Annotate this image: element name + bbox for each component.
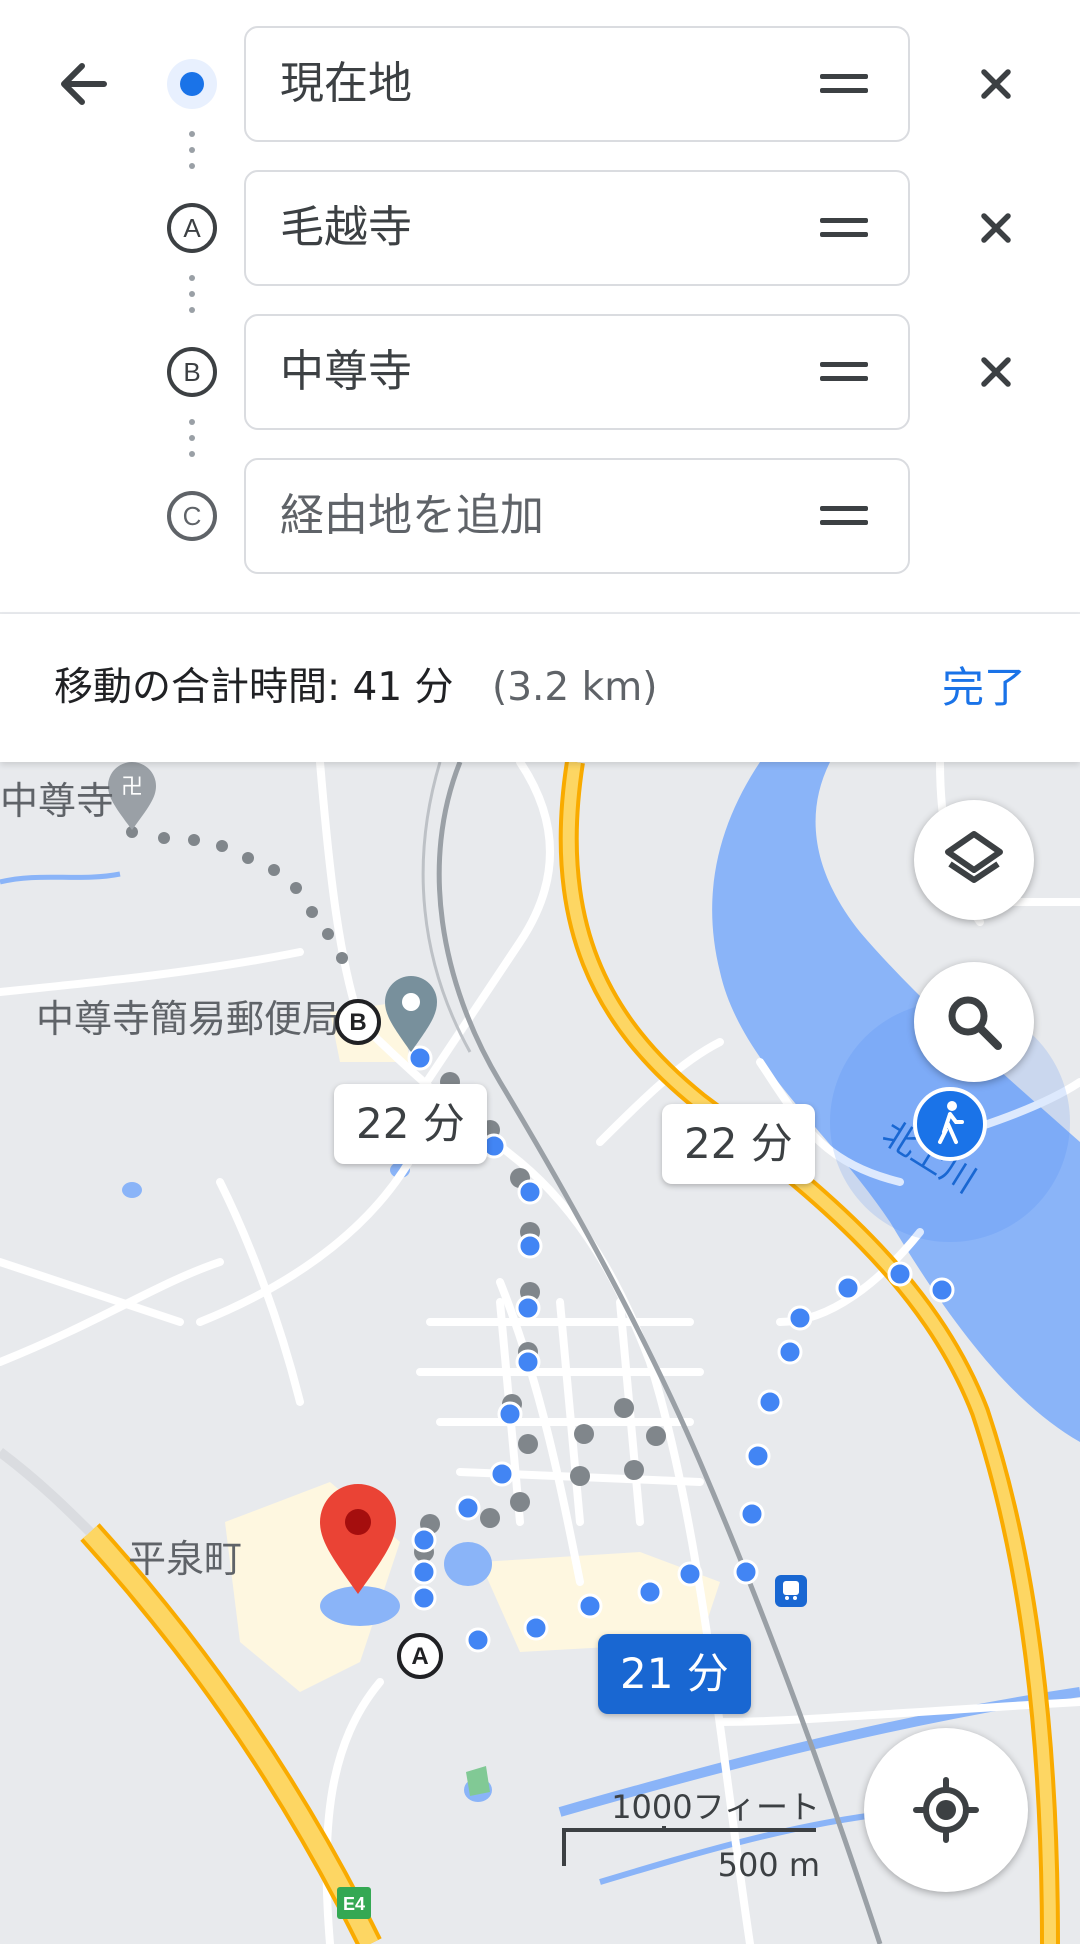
route-time-bubble[interactable]: 22 分 bbox=[334, 1084, 487, 1164]
svg-text:A: A bbox=[183, 213, 201, 243]
stop-a-text: 毛越寺 bbox=[280, 202, 412, 253]
remove-stop-a-button[interactable] bbox=[970, 202, 1022, 254]
total-time-label: 移動の合計時間: 41 分 bbox=[54, 665, 454, 710]
drag-handle-icon[interactable] bbox=[820, 498, 868, 534]
map-scale: 1000フィート 500 m bbox=[560, 1782, 820, 1892]
expressway-shield-icon: E4 bbox=[337, 1887, 371, 1919]
route-time-bubble[interactable]: 22 分 bbox=[662, 1104, 815, 1184]
drag-handle-icon[interactable] bbox=[820, 66, 868, 102]
waypoint-a-marker[interactable]: A bbox=[396, 1632, 444, 1680]
svg-text:B: B bbox=[349, 1009, 366, 1036]
search-map-button[interactable] bbox=[914, 962, 1034, 1082]
close-icon bbox=[981, 357, 1011, 387]
connector-dots bbox=[189, 419, 195, 457]
arrow-back-icon bbox=[61, 63, 107, 105]
walking-person-icon[interactable] bbox=[912, 1086, 988, 1162]
search-icon bbox=[948, 996, 1002, 1050]
marker-a-icon: A bbox=[166, 202, 218, 254]
train-station-icon[interactable] bbox=[774, 1574, 808, 1608]
remove-stop-origin-button[interactable] bbox=[970, 58, 1022, 110]
stop-field-a[interactable]: 毛越寺 bbox=[244, 170, 910, 286]
post-office-pin-icon[interactable] bbox=[382, 974, 440, 1054]
stop-origin-text: 現在地 bbox=[280, 58, 412, 109]
svg-text:A: A bbox=[411, 1643, 428, 1670]
scale-feet: 1000フィート bbox=[611, 1788, 820, 1826]
total-distance: (3.2 km) bbox=[492, 665, 658, 710]
drag-handle-icon[interactable] bbox=[820, 354, 868, 390]
marker-b-icon: B bbox=[166, 346, 218, 398]
svg-text:B: B bbox=[183, 357, 200, 387]
my-location-button[interactable] bbox=[864, 1728, 1028, 1892]
connector-dots bbox=[189, 131, 195, 169]
marker-c-icon: C bbox=[166, 490, 218, 542]
stop-b-text: 中尊寺 bbox=[280, 346, 412, 397]
layers-button[interactable] bbox=[914, 800, 1034, 920]
stop-field-b[interactable]: 中尊寺 bbox=[244, 314, 910, 430]
add-stop-field[interactable]: 経由地を追加 bbox=[244, 458, 910, 574]
current-location-icon bbox=[166, 58, 218, 110]
trip-summary-bar: 移動の合計時間: 41 分 (3.2 km) 完了 bbox=[0, 614, 1080, 762]
destination-pin-icon[interactable] bbox=[318, 1484, 398, 1596]
directions-panel: 現在地 A 毛越寺 B 中尊寺 C 経由地を追加 bbox=[0, 0, 1080, 612]
connector-dots bbox=[189, 275, 195, 313]
svg-text:E4: E4 bbox=[343, 1894, 365, 1914]
add-stop-placeholder: 経由地を追加 bbox=[280, 490, 544, 541]
layers-icon bbox=[945, 831, 1003, 883]
hiraizumi-label: 平泉町 bbox=[128, 1537, 243, 1581]
back-button[interactable] bbox=[52, 52, 116, 116]
waypoint-b-marker[interactable]: B bbox=[334, 998, 382, 1046]
remove-stop-b-button[interactable] bbox=[970, 346, 1022, 398]
scale-meters: 500 m bbox=[717, 1846, 820, 1884]
my-location-icon bbox=[913, 1777, 979, 1843]
close-icon bbox=[981, 213, 1011, 243]
done-button[interactable]: 完了 bbox=[942, 614, 1026, 762]
stop-field-origin[interactable]: 現在地 bbox=[244, 26, 910, 142]
svg-text:卍: 卍 bbox=[121, 775, 143, 800]
map-view[interactable]: 卍 中尊寺 中尊寺簡易郵便局 B A 平泉町 北上川 4 E4 22 分 22 bbox=[0, 762, 1080, 1944]
close-icon bbox=[981, 69, 1011, 99]
selected-route-time-bubble[interactable]: 21 分 bbox=[598, 1634, 751, 1714]
svg-text:C: C bbox=[183, 501, 202, 531]
chusonji-label: 中尊寺 bbox=[0, 779, 115, 823]
post-office-label: 中尊寺簡易郵便局 bbox=[36, 997, 341, 1041]
drag-handle-icon[interactable] bbox=[820, 210, 868, 246]
